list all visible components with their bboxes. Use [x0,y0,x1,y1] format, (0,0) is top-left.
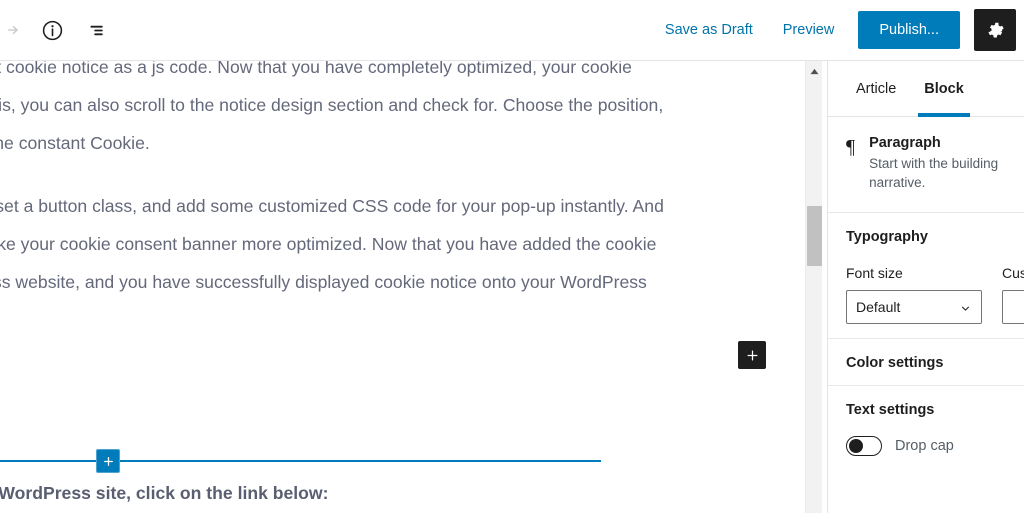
editor-top-bar: Save as Draft Preview Publish... [0,0,1024,61]
paragraph-line: he changes. As to make your cookie conse… [0,234,657,254]
block-settings-sidebar: Article Block ¶ Paragraph Start with the… [827,61,1024,513]
color-settings-title: Color settings [846,355,944,371]
settings-gear-button[interactable] [974,9,1016,51]
inline-block-inserter-button[interactable] [96,449,120,473]
preview-button[interactable]: Preview [773,14,845,46]
typography-controls-row: Font size Default Cust [846,265,1024,324]
paragraph-block-2[interactable]: ur work site. You can set a button class… [0,187,780,301]
toggle-knob [849,439,863,453]
empty-block-placeholder-1[interactable]: ose a block [0,341,780,379]
paragraph-line: tice on your WordPress website, and you … [0,272,647,292]
custom-font-size-label: Cust [1002,265,1024,281]
font-size-value: Default [856,299,901,315]
info-circle-icon[interactable] [32,12,72,48]
save-as-draft-button[interactable]: Save as Draft [655,14,763,46]
tab-article[interactable]: Article [842,61,910,116]
block-inserter-divider [0,449,601,473]
font-size-select[interactable]: Default [846,290,982,324]
top-bar-right-actions: Save as Draft Preview Publish... [655,0,1024,60]
document-outline-icon[interactable] [78,12,118,48]
block-card-description-line: Start with the building [869,156,999,171]
arrow-right-icon[interactable] [2,12,24,48]
sidebar-tab-bar: Article Block [828,61,1024,117]
drop-cap-row: Drop cap [846,436,1024,456]
editor-scrollbar[interactable] [805,61,822,513]
font-size-label: Font size [846,265,903,281]
empty-block-placeholder-2[interactable]: ose a block [0,404,780,442]
tab-block[interactable]: Block [910,61,978,117]
block-card-title: Paragraph [869,135,941,151]
add-block-button[interactable] [738,341,766,369]
paragraph-line: a plugin. More than this, you can also s… [0,95,664,115]
chevron-down-icon [959,302,972,318]
editor-content-column: n, copy and paste that cookie notice as … [0,61,780,513]
drop-cap-toggle[interactable] [846,436,882,456]
paragraph-line: n, copy and paste that cookie notice as … [0,61,632,77]
font-size-control: Font size Default [846,265,982,324]
typography-panel: Typography Font size Default Cust [828,213,1024,339]
custom-font-size-control: Cust [1002,265,1024,324]
color-settings-panel[interactable]: Color settings [828,339,1024,386]
text-settings-title: Text settings [846,402,935,418]
paragraph-line: ur work site. You can set a button class… [0,196,664,216]
typography-panel-title: Typography [846,229,928,245]
block-type-card: ¶ Paragraph Start with the building narr… [828,117,1024,213]
paragraph-line: s, and a lot more for the constant Cooki… [0,133,150,153]
drop-cap-label: Drop cap [895,438,954,454]
plus-icon [745,348,760,363]
block-card-description-line: narrative. [869,175,926,190]
custom-font-size-input[interactable] [1002,290,1024,324]
editor-canvas[interactable]: n, copy and paste that cookie notice as … [0,61,800,513]
plus-icon [102,455,115,468]
paragraph-pilcrow-icon: ¶ [846,136,856,158]
block-card-text: Paragraph Start with the building narrat… [869,135,998,192]
paragraph-block-1[interactable]: n, copy and paste that cookie notice as … [0,61,780,162]
bold-paragraph-block[interactable]: on Slider' onto your WordPress site, cli… [0,480,780,506]
scroll-thumb[interactable] [807,206,822,266]
top-bar-left-tools [0,0,118,60]
triangle-up-icon[interactable] [806,64,823,78]
wordpress-block-editor: Save as Draft Preview Publish... n, copy… [0,0,1024,513]
gear-icon [986,21,1005,40]
text-settings-panel: Text settings Drop cap [828,386,1024,470]
publish-button[interactable]: Publish... [858,11,960,49]
